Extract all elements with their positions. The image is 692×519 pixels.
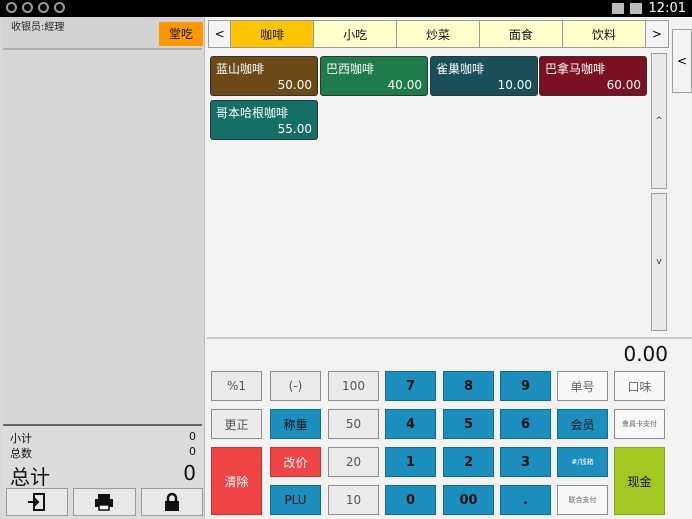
correct-button[interactable]: 更正 — [211, 409, 262, 439]
decimal-key[interactable]: . — [500, 485, 551, 515]
member-card-pay-button[interactable]: 會員卡支付 — [614, 409, 665, 439]
key-00[interactable]: 00 — [443, 485, 494, 515]
subtotal-label: 小计 — [10, 432, 32, 445]
change-price-button[interactable]: 改价 — [270, 447, 321, 477]
category-tabs: < 咖啡 小吃 炒菜 面食 饮料 > — [208, 20, 669, 48]
product-name: 雀巢咖啡 — [436, 62, 485, 76]
side-drawer-handle[interactable]: < — [672, 29, 692, 93]
clock: 12:01 — [648, 1, 686, 16]
product-tile[interactable]: 巴西咖啡 40.00 — [320, 56, 428, 96]
tab-coffee[interactable]: 咖啡 — [231, 20, 315, 48]
battery-icon — [630, 3, 642, 14]
count-value: 0 — [189, 445, 196, 458]
key-4[interactable]: 4 — [385, 409, 436, 439]
product-name: 蓝山咖啡 — [216, 62, 265, 76]
taste-button[interactable]: 口味 — [614, 371, 665, 401]
order-number-button[interactable]: 单号 — [557, 371, 608, 401]
key-0[interactable]: 0 — [385, 485, 436, 515]
printer-icon — [95, 494, 114, 511]
product-tile[interactable]: 雀巢咖啡 10.00 — [430, 56, 538, 96]
product-tile[interactable]: 哥本哈根咖啡 55.00 — [210, 100, 318, 140]
member-button[interactable]: 会员 — [557, 409, 608, 439]
order-summary: 小计 0 总数 0 总计 0 — [3, 424, 203, 519]
dine-in-button[interactable]: 堂吃 — [159, 22, 203, 46]
key-9[interactable]: 9 — [500, 371, 551, 401]
scroll-up-button[interactable]: ^ — [651, 53, 667, 189]
tab-prev-button[interactable]: < — [208, 20, 232, 48]
usb-icon — [38, 2, 49, 13]
total-row: 总计 0 — [10, 461, 196, 490]
key-3[interactable]: 3 — [500, 447, 551, 477]
product-tile[interactable]: 蓝山咖啡 50.00 — [210, 56, 318, 96]
plu-button[interactable]: PLU — [270, 485, 321, 515]
tab-drinks[interactable]: 饮料 — [562, 20, 646, 48]
percent-key[interactable]: %1 — [211, 371, 262, 401]
product-price: 10.00 — [497, 78, 532, 92]
key-1[interactable]: 1 — [385, 447, 436, 477]
tab-next-button[interactable]: > — [645, 20, 669, 48]
key-8[interactable]: 8 — [443, 371, 494, 401]
key-7[interactable]: 7 — [385, 371, 436, 401]
product-tile[interactable]: 巴拿马咖啡 60.00 — [539, 56, 647, 96]
divider — [207, 337, 692, 339]
product-name: 哥本哈根咖啡 — [216, 106, 289, 120]
logout-button[interactable] — [6, 488, 69, 516]
tab-noodles[interactable]: 面食 — [479, 20, 563, 48]
lock-icon — [164, 492, 179, 511]
cashier-label: 收银员:經理 — [11, 22, 65, 33]
product-price: 50.00 — [277, 78, 312, 92]
tab-stir-fry[interactable]: 炒菜 — [397, 20, 480, 48]
android-icon — [54, 2, 65, 13]
key-2[interactable]: 2 — [443, 447, 494, 477]
status-bar: 12:01 — [0, 0, 692, 17]
print-button[interactable] — [73, 488, 136, 516]
count-label: 总数 — [10, 447, 32, 460]
subtotal-value: 0 — [189, 430, 196, 443]
main-area: < 咖啡 小吃 炒菜 面食 饮料 > < ^ v 蓝山咖啡 50.00 巴西咖啡… — [205, 17, 692, 519]
negate-key[interactable]: (-) — [270, 371, 321, 401]
order-panel: 收银员:經理 堂吃 小计 0 总数 0 总计 0 — [0, 17, 205, 519]
total-label: 总计 — [10, 465, 50, 489]
key-20[interactable]: 20 — [328, 447, 379, 477]
product-price: 55.00 — [277, 122, 312, 136]
weigh-button[interactable]: 称重 — [270, 409, 321, 439]
key-10[interactable]: 10 — [328, 485, 379, 515]
product-name: 巴西咖啡 — [326, 62, 375, 76]
key-5[interactable]: 5 — [443, 409, 494, 439]
tab-snacks[interactable]: 小吃 — [314, 20, 398, 48]
keypad: %1 (-) 100 7 8 9 单号 口味 更正 称重 50 4 5 6 会员… — [211, 371, 665, 517]
order-header: 收银员:經理 堂吃 — [3, 17, 203, 50]
lock-button[interactable] — [140, 488, 203, 516]
amount-display: 0.00 — [623, 342, 668, 366]
key-100[interactable]: 100 — [328, 371, 379, 401]
cash-drawer-button[interactable]: #/钱箱 — [557, 447, 608, 477]
logout-icon — [28, 493, 46, 511]
product-name: 巴拿马咖啡 — [545, 62, 606, 76]
order-list[interactable] — [3, 50, 202, 424]
cash-button[interactable]: 现金 — [614, 447, 665, 515]
product-price: 40.00 — [387, 78, 422, 92]
app-icon-1 — [6, 2, 17, 13]
key-50[interactable]: 50 — [328, 409, 379, 439]
joint-pay-button[interactable]: 联合支付 — [557, 485, 608, 515]
key-6[interactable]: 6 — [500, 409, 551, 439]
product-price: 60.00 — [606, 78, 641, 92]
clear-button[interactable]: 清除 — [211, 447, 262, 515]
app-icon-2 — [22, 2, 33, 13]
wifi-icon — [612, 3, 624, 14]
scroll-down-button[interactable]: v — [651, 193, 667, 331]
count-row: 总数 0 — [10, 445, 196, 461]
total-value: 0 — [183, 461, 196, 485]
subtotal-row: 小计 0 — [10, 430, 196, 446]
